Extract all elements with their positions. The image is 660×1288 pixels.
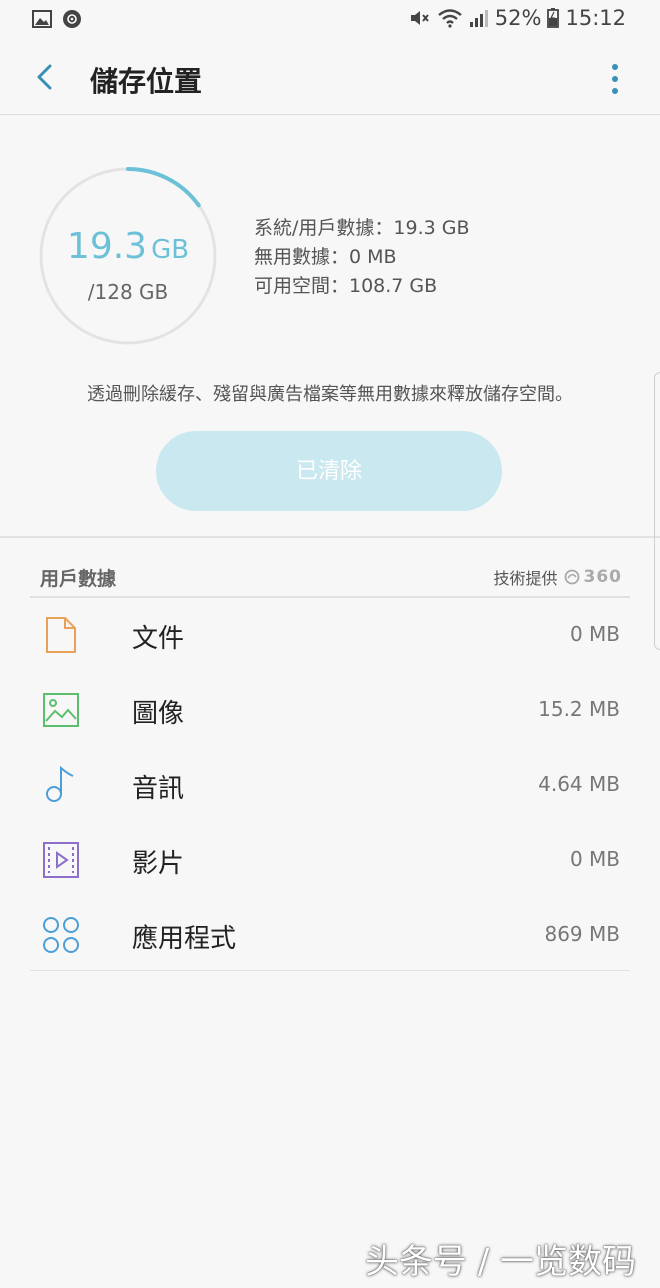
image-icon — [43, 693, 79, 727]
provider-label: 技術提供 — [493, 569, 558, 588]
status-bar: 52% 15:12 — [0, 0, 660, 40]
apps-icon — [43, 917, 79, 953]
settings-notification-icon — [63, 10, 81, 28]
battery-percentage: 52% — [494, 6, 542, 30]
document-icon — [46, 617, 76, 653]
divider — [0, 536, 660, 538]
clean-button[interactable]: 已清除 — [156, 431, 502, 511]
list-item-audio[interactable]: 音訊 4.64 MB — [30, 748, 630, 822]
list-item-label: 應用程式 — [132, 924, 237, 954]
app-bar: 儲存位置 — [0, 40, 660, 115]
list-item-label: 影片 — [132, 849, 185, 879]
used-storage: 19.3 GB — [38, 226, 218, 267]
list-item-apps[interactable]: 應用程式 869 MB — [30, 898, 630, 972]
list-bottom-divider — [30, 970, 630, 971]
list-item-size: 0 MB — [569, 847, 620, 871]
used-storage-value: 19.3 — [66, 226, 148, 267]
provider-logo: 360 — [564, 567, 623, 587]
section-title-user-data: 用戶數據 — [40, 568, 117, 590]
storage-info: 系統/用戶數據：19.3 GB 無用數據：0 MB 可用空間：108.7 GB — [254, 214, 470, 301]
provider-logo-text: 360 — [583, 567, 622, 587]
gallery-notification-icon — [32, 10, 52, 28]
available-space-text: 可用空間：108.7 GB — [254, 275, 438, 297]
junk-data-text: 無用數據：0 MB — [254, 246, 397, 268]
wifi-icon — [438, 9, 462, 28]
clock: 15:12 — [565, 6, 626, 30]
provider-credit: 技術提供 360 — [493, 565, 622, 589]
system-status: 52% 15:12 — [409, 6, 626, 30]
list-item-label: 文件 — [132, 624, 185, 654]
signal-icon — [469, 10, 488, 27]
list-item-label: 圖像 — [132, 699, 185, 729]
mute-icon — [410, 11, 429, 25]
total-storage: /128 GB — [87, 280, 169, 304]
360-logo-icon — [564, 569, 579, 585]
watermark: 头条号 / 一览数码 — [364, 1242, 636, 1282]
edge-panel-handle[interactable] — [654, 372, 660, 650]
more-options-icon[interactable] — [608, 62, 622, 96]
clean-description: 透過刪除緩存、殘留與廣告檔案等無用數據來釋放儲存空間。 — [87, 384, 573, 405]
list-item-size: 15.2 MB — [538, 697, 620, 721]
back-arrow-icon[interactable] — [30, 60, 60, 94]
list-item-size: 869 MB — [544, 922, 620, 946]
list-item-label: 音訊 — [132, 774, 185, 804]
list-item-size: 0 MB — [569, 622, 620, 646]
battery-icon — [547, 8, 560, 28]
list-item-documents[interactable]: 文件 0 MB — [30, 598, 630, 672]
music-note-icon — [46, 766, 74, 802]
video-icon — [43, 842, 79, 878]
list-item-size: 4.64 MB — [538, 772, 620, 796]
page-title: 儲存位置 — [90, 65, 203, 98]
system-user-data-text: 系統/用戶數據：19.3 GB — [254, 217, 470, 239]
notification-icons — [32, 9, 82, 29]
list-item-videos[interactable]: 影片 0 MB — [30, 823, 630, 897]
used-storage-unit: GB — [151, 235, 190, 265]
list-item-images[interactable]: 圖像 15.2 MB — [30, 673, 630, 747]
